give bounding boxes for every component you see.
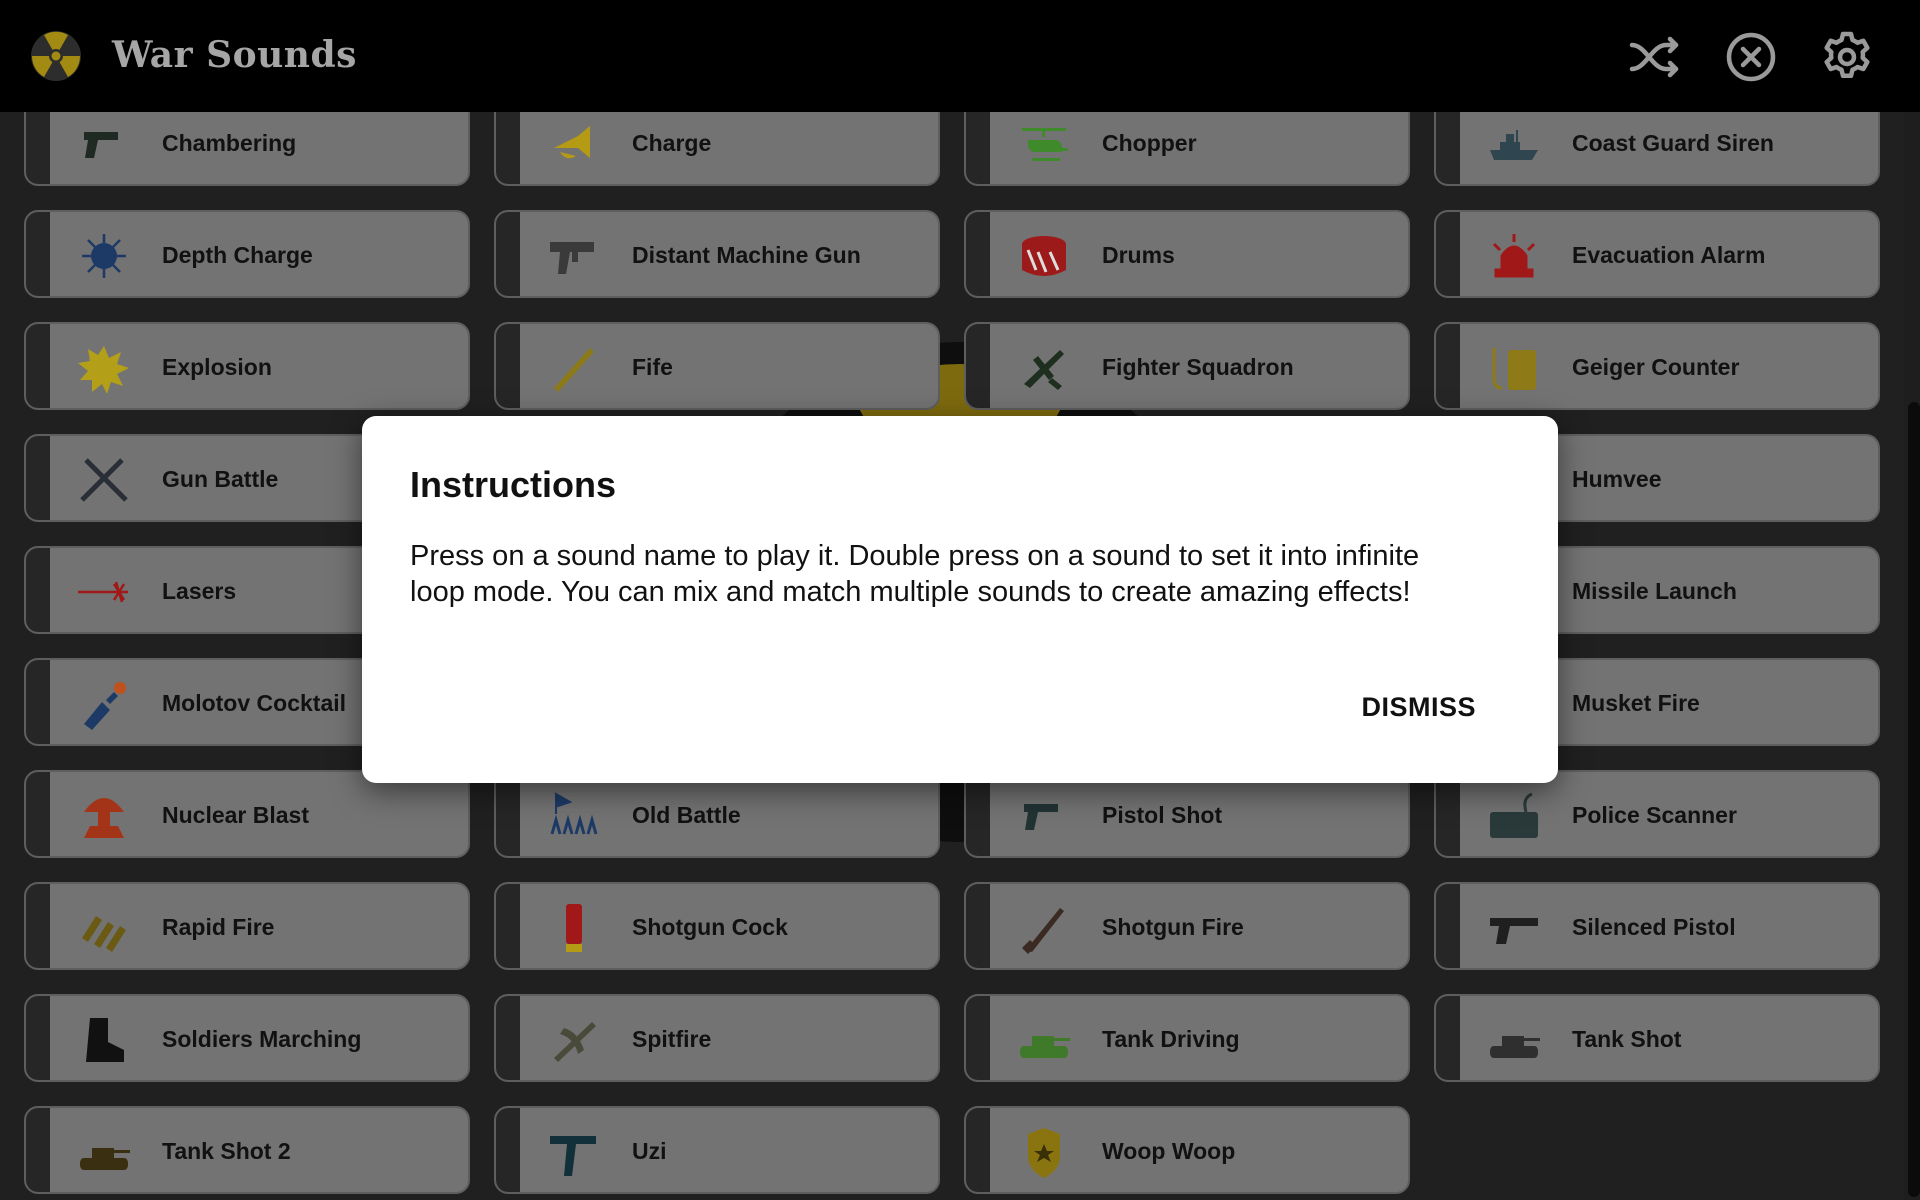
dialog-body: Press on a sound name to play it. Double… — [410, 540, 1420, 608]
app-root: War Sounds Chambering Charge Chopper Coa… — [0, 0, 1920, 1200]
instructions-dialog: Instructions Press on a sound name to pl… — [362, 416, 1558, 783]
dismiss-button[interactable]: DISMISS — [1361, 692, 1476, 723]
dialog-title: Instructions — [410, 464, 617, 505]
